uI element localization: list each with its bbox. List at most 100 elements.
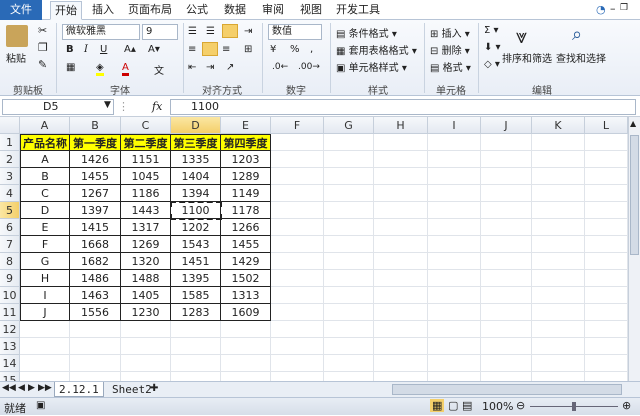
column-header-e[interactable]: E [221, 117, 271, 134]
grid-cell[interactable] [532, 321, 585, 338]
grid-cell[interactable] [481, 168, 532, 185]
grid-cell[interactable] [585, 321, 628, 338]
grid-cell[interactable] [324, 185, 374, 202]
grid-cell[interactable] [428, 185, 481, 202]
table-cell[interactable]: 1486 [70, 270, 121, 287]
scroll-thumb[interactable] [630, 135, 639, 255]
grid-cell[interactable] [271, 304, 324, 321]
grid-cell[interactable] [324, 372, 374, 381]
grid-cell[interactable] [324, 338, 374, 355]
grid-cell[interactable] [532, 236, 585, 253]
column-header-i[interactable]: I [428, 117, 481, 134]
grid-cell[interactable] [428, 168, 481, 185]
table-cell[interactable]: I [20, 287, 70, 304]
align-bottom-icon[interactable] [222, 24, 238, 38]
grid-cell[interactable] [70, 372, 121, 381]
grid-cell[interactable] [374, 321, 428, 338]
grid-cell[interactable] [20, 321, 70, 338]
fill-icon[interactable]: ⬇ ▾ [484, 42, 501, 53]
zoom-out-icon[interactable]: ⊖ [516, 399, 525, 412]
zoom-slider-thumb[interactable] [572, 402, 576, 411]
grid-cell[interactable] [171, 321, 221, 338]
grid-cell[interactable] [428, 287, 481, 304]
table-cell[interactable]: 1556 [70, 304, 121, 321]
table-cell[interactable]: 1463 [70, 287, 121, 304]
grid-cell[interactable] [20, 372, 70, 381]
percent-icon[interactable]: % [290, 44, 300, 55]
grid-cell[interactable] [374, 134, 428, 151]
grid-cell[interactable] [532, 355, 585, 372]
table-cell[interactable]: 1443 [121, 202, 171, 219]
table-cell[interactable]: 1269 [121, 236, 171, 253]
grid-cell[interactable] [428, 304, 481, 321]
grid-cell[interactable] [271, 236, 324, 253]
worksheet-grid[interactable]: A B C D E F G H I J K L 1 2 3 4 5 6 7 8 9 10 11 12 13 14 15 产品名称 第一季… [0, 117, 628, 381]
table-cell[interactable]: 1045 [121, 168, 171, 185]
merge-icon[interactable]: ⊞ [244, 44, 252, 55]
table-cell[interactable]: 1488 [121, 270, 171, 287]
grid-cell[interactable] [271, 168, 324, 185]
table-cell[interactable]: J [20, 304, 70, 321]
grid-cell[interactable] [324, 355, 374, 372]
grid-cell[interactable] [585, 372, 628, 381]
grid-cell[interactable] [20, 338, 70, 355]
table-cell[interactable]: 1426 [70, 151, 121, 168]
table-cell[interactable]: C [20, 185, 70, 202]
page-layout-view-icon[interactable]: ▢ [448, 399, 458, 412]
grid-cell[interactable] [481, 372, 532, 381]
grid-cell[interactable] [481, 287, 532, 304]
grid-cell[interactable] [374, 338, 428, 355]
grid-cell[interactable] [374, 219, 428, 236]
table-cell[interactable]: F [20, 236, 70, 253]
grid-cell[interactable] [481, 151, 532, 168]
grid-cell[interactable] [324, 168, 374, 185]
grid-cell[interactable] [324, 236, 374, 253]
table-cell[interactable]: 1405 [121, 287, 171, 304]
table-cell[interactable]: 1455 [221, 236, 271, 253]
grid-cell[interactable] [585, 338, 628, 355]
grid-cell[interactable] [532, 168, 585, 185]
grid-cell[interactable] [481, 219, 532, 236]
table-cell[interactable]: 1451 [171, 253, 221, 270]
grid-cell[interactable] [532, 304, 585, 321]
font-grow-icon[interactable]: A▴ [124, 44, 136, 55]
column-header-c[interactable]: C [121, 117, 171, 134]
horizontal-scrollbar[interactable] [392, 384, 622, 395]
table-cell[interactable]: 1100 [171, 202, 221, 219]
table-cell[interactable]: 1186 [121, 185, 171, 202]
grid-cell[interactable] [481, 253, 532, 270]
table-cell[interactable]: 1202 [171, 219, 221, 236]
grid-cell[interactable] [271, 151, 324, 168]
table-cell[interactable]: 1230 [121, 304, 171, 321]
grid-cell[interactable] [171, 355, 221, 372]
table-header-cell[interactable]: 第四季度 [221, 134, 271, 151]
minimize-icon[interactable]: – [610, 2, 616, 15]
grid-cell[interactable] [374, 372, 428, 381]
grid-cell[interactable] [374, 202, 428, 219]
column-header-k[interactable]: K [532, 117, 585, 134]
grid-cell[interactable] [324, 304, 374, 321]
table-cell[interactable]: G [20, 253, 70, 270]
row-header-1[interactable]: 1 [0, 134, 20, 151]
insert-cells-button[interactable]: ⊞ 插入 ▾ [430, 25, 470, 40]
grid-cell[interactable] [532, 202, 585, 219]
table-cell[interactable]: 1313 [221, 287, 271, 304]
table-header-cell[interactable]: 第二季度 [121, 134, 171, 151]
grid-cell[interactable] [481, 270, 532, 287]
normal-view-icon[interactable]: ▦ [430, 399, 445, 412]
grid-cell[interactable] [428, 134, 481, 151]
column-header-f[interactable]: F [271, 117, 324, 134]
grid-cell[interactable] [585, 202, 628, 219]
italic-icon[interactable]: I [84, 44, 88, 55]
select-all-corner[interactable] [0, 117, 20, 134]
font-shrink-icon[interactable]: A▾ [148, 44, 160, 55]
table-cell[interactable]: 1203 [221, 151, 271, 168]
grid-cell[interactable] [428, 321, 481, 338]
underline-icon[interactable]: U [100, 44, 107, 55]
row-header-13[interactable]: 13 [0, 338, 20, 355]
indent-decrease-icon[interactable]: ⇤ [188, 62, 196, 73]
table-cell[interactable]: 1415 [70, 219, 121, 236]
grid-cell[interactable] [532, 372, 585, 381]
format-cells-button[interactable]: ▤ 格式 ▾ [430, 59, 471, 74]
grid-cell[interactable] [585, 185, 628, 202]
